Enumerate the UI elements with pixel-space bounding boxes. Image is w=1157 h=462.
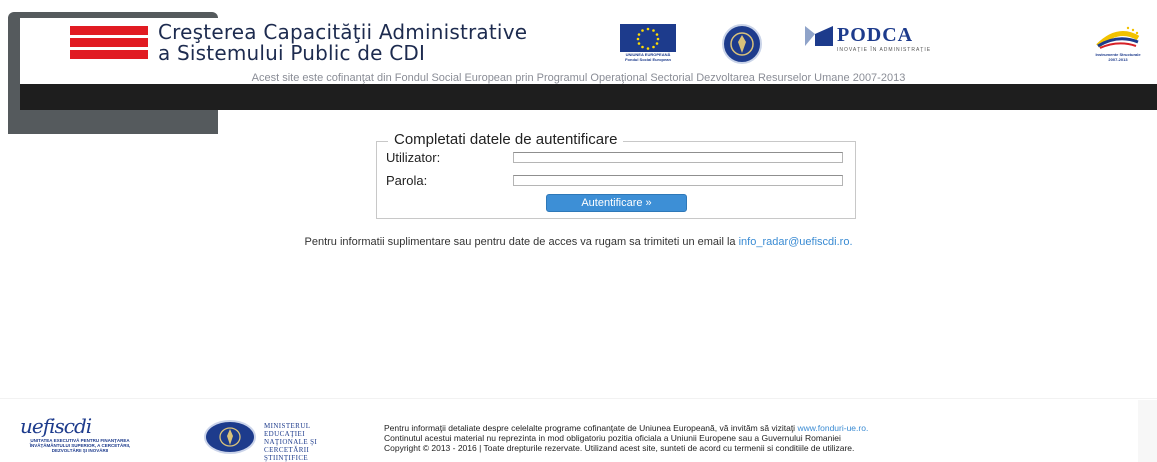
site-title-line2: a Sistemului Public de CDI xyxy=(158,41,426,65)
page-edge-strip xyxy=(1138,400,1157,462)
site-title: Creşterea Capacităţii Administrative a S… xyxy=(158,22,527,64)
contact-info-text: Pentru informatii suplimentare sau pentr… xyxy=(304,236,736,248)
podca-name: PODCA xyxy=(837,24,914,46)
password-label: Parola: xyxy=(386,173,428,188)
ministry-line4: CERCETĂRII xyxy=(264,446,310,454)
ministry-logo: MINISTERUL EDUCAŢIEI NAŢIONALE ŞI CERCET… xyxy=(204,420,344,462)
contact-info: Pentru informatii suplimentare sau pentr… xyxy=(0,236,1157,248)
username-input[interactable] xyxy=(513,152,843,163)
cofinanced-notice: Acest site este cofinanţat din Fondul So… xyxy=(251,72,906,84)
red-stripes-logo xyxy=(70,26,148,60)
login-button[interactable]: Autentificare » xyxy=(546,194,687,212)
ministry-line2: EDUCAŢIEI xyxy=(264,430,305,438)
username-label: Utilizator: xyxy=(386,150,441,165)
structural-instruments-caption: Instrumente Structurale 2007-2013 xyxy=(1095,52,1141,62)
password-input[interactable] xyxy=(513,175,843,186)
uefiscdi-subtitle: UNITATEA EXECUTIVĂ PENTRU FINANŢAREA ÎNV… xyxy=(29,438,131,453)
footer-line3: Copyright © 2013 - 2016 | Toate drepturi… xyxy=(384,443,855,453)
footer-text: Pentru informaţii detaliate despre celel… xyxy=(384,423,1154,453)
structural-instruments-logo: Instrumente Structurale 2007-2013 xyxy=(1090,24,1146,62)
ministry-seal-icon xyxy=(204,420,256,454)
footer-line2: Continutul acestui material nu reprezint… xyxy=(384,433,841,443)
eu-flag-caption: UNIUNEA EUROPEANĂ Fondul Social European xyxy=(625,52,671,62)
podca-logo: PODCA INOVAŢIE ÎN ADMINISTRAŢIE xyxy=(805,24,965,60)
contact-email-link[interactable]: info_radar@uefiscdi.ro. xyxy=(739,236,853,248)
footer-line1-text: Pentru informaţii detaliate despre celel… xyxy=(384,423,796,433)
ministry-line1: MINISTERUL xyxy=(264,422,311,430)
eu-flag-logo: UNIUNEA EUROPEANĂ Fondul Social European xyxy=(620,24,676,62)
footer-divider xyxy=(0,398,1157,399)
ministry-line5: ŞTIINŢIFICE xyxy=(264,454,309,462)
ministry-line3: NAŢIONALE ŞI xyxy=(264,438,318,446)
site-title-line1: Creşterea Capacităţii Administrative xyxy=(158,20,528,44)
uefiscdi-logo: uefiscdi UNITATEA EXECUTIVĂ PENTRU FINAN… xyxy=(20,414,150,462)
government-seal-icon xyxy=(722,24,762,64)
footer-line1: Pentru informaţii detaliate despre celel… xyxy=(384,423,1154,433)
login-legend: Completati datele de autentificare xyxy=(388,131,624,148)
navigation-bar xyxy=(20,84,1157,110)
podca-tagline: INOVAŢIE ÎN ADMINISTRAŢIE xyxy=(837,47,932,53)
fonduri-ue-link[interactable]: www.fonduri-ue.ro. xyxy=(797,423,868,433)
uefiscdi-logo-text: uefiscdi xyxy=(20,414,92,438)
